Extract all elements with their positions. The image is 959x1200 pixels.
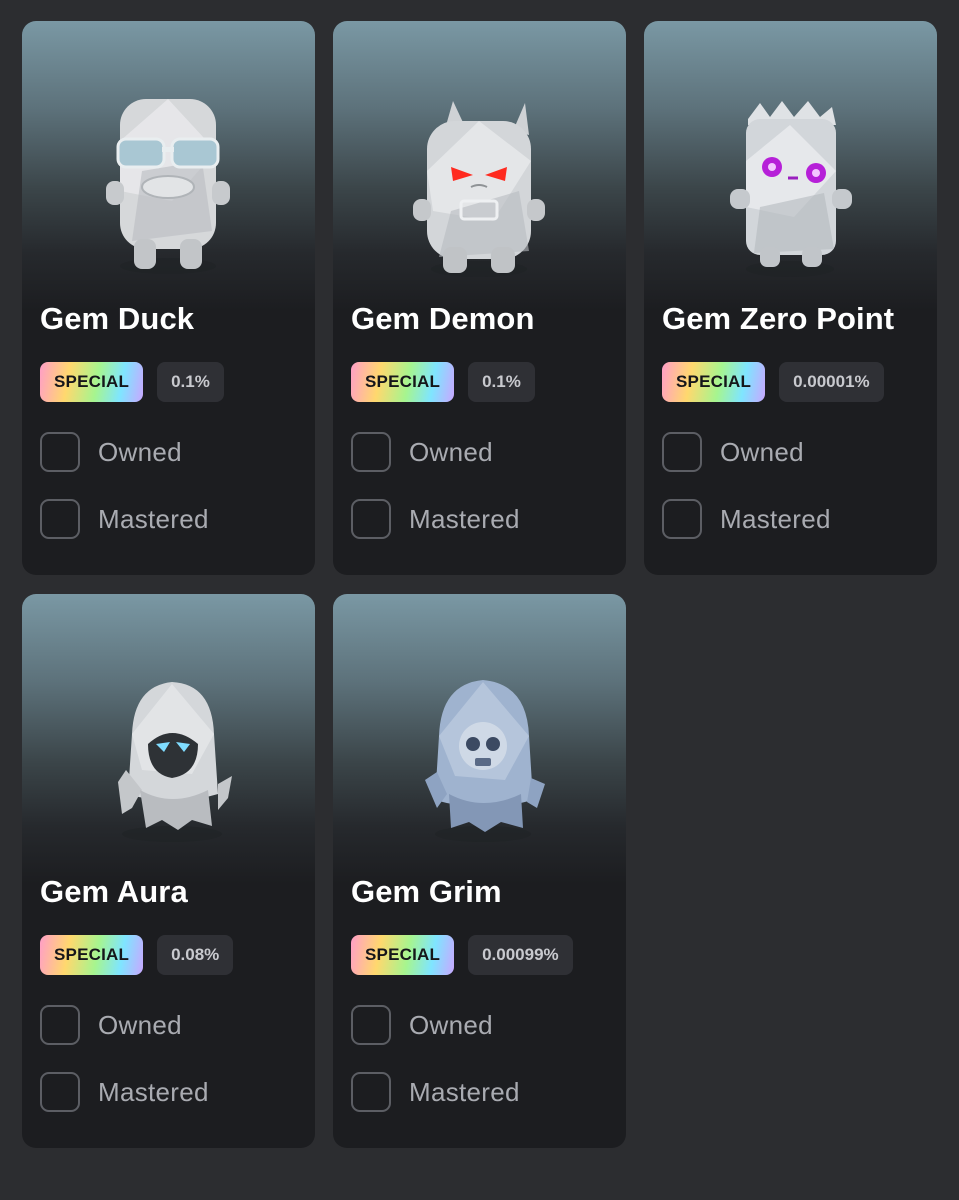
blook-name: Gem Demon: [351, 301, 535, 336]
blook-name: Gem Aura: [40, 874, 188, 909]
blook-card-gem-duck: Gem Duck SPECIAL 0.1% Owned Mastered: [22, 21, 315, 575]
owned-checkbox[interactable]: [662, 432, 702, 472]
owned-checkbox[interactable]: [351, 432, 391, 472]
rarity-badge: SPECIAL: [662, 362, 766, 402]
gem-duck-icon: [106, 99, 230, 274]
owned-checkbox[interactable]: [40, 432, 80, 472]
blook-card-gem-aura: Gem Aura SPECIAL 0.08% Owned Mastered: [22, 594, 315, 1148]
mastered-row[interactable]: Mastered: [351, 499, 520, 539]
gem-demon-icon: [413, 101, 545, 277]
drop-rate-badge: 0.00099%: [468, 935, 573, 975]
badge-row: SPECIAL 0.08%: [40, 935, 234, 975]
rarity-badge: SPECIAL: [351, 362, 455, 402]
badge-row: SPECIAL 0.00001%: [662, 362, 884, 402]
mastered-label: Mastered: [409, 1076, 520, 1107]
mastered-label: Mastered: [98, 1076, 209, 1107]
owned-label: Owned: [409, 436, 493, 467]
blook-card-gem-demon: Gem Demon SPECIAL 0.1% Owned Mastered: [333, 21, 626, 575]
drop-rate-badge: 0.1%: [468, 362, 535, 402]
mastered-label: Mastered: [720, 503, 831, 534]
owned-label: Owned: [98, 436, 182, 467]
mastered-row[interactable]: Mastered: [40, 1072, 209, 1112]
owned-label: Owned: [720, 436, 804, 467]
blook-art: [333, 21, 626, 311]
blook-card-gem-grim: Gem Grim SPECIAL 0.00099% Owned Mastered: [333, 594, 626, 1148]
blook-art: [333, 594, 626, 884]
mastered-checkbox[interactable]: [40, 499, 80, 539]
mastered-label: Mastered: [409, 503, 520, 534]
blook-card-gem-zero-point: Gem Zero Point SPECIAL 0.00001% Owned Ma…: [644, 21, 937, 575]
rarity-badge: SPECIAL: [351, 935, 455, 975]
drop-rate-badge: 0.00001%: [779, 362, 884, 402]
owned-row[interactable]: Owned: [40, 432, 182, 472]
owned-checkbox[interactable]: [40, 1005, 80, 1045]
mastered-checkbox[interactable]: [662, 499, 702, 539]
blook-grid: Gem Duck SPECIAL 0.1% Owned Mastered Gem…: [22, 21, 937, 1148]
blook-name: Gem Grim: [351, 874, 502, 909]
owned-row[interactable]: Owned: [351, 432, 493, 472]
gem-grim-icon: [425, 680, 545, 842]
badge-row: SPECIAL 0.00099%: [351, 935, 573, 975]
drop-rate-badge: 0.08%: [157, 935, 234, 975]
blook-art: [644, 21, 937, 311]
owned-label: Owned: [409, 1009, 493, 1040]
owned-row[interactable]: Owned: [40, 1005, 182, 1045]
mastered-checkbox[interactable]: [40, 1072, 80, 1112]
blook-art: [22, 594, 315, 884]
owned-row[interactable]: Owned: [662, 432, 804, 472]
owned-row[interactable]: Owned: [351, 1005, 493, 1045]
badge-row: SPECIAL 0.1%: [40, 362, 224, 402]
mastered-label: Mastered: [98, 503, 209, 534]
gem-zero-point-icon: [730, 101, 852, 277]
mastered-row[interactable]: Mastered: [662, 499, 831, 539]
owned-checkbox[interactable]: [351, 1005, 391, 1045]
drop-rate-badge: 0.1%: [157, 362, 224, 402]
gem-aura-icon: [118, 682, 232, 842]
badge-row: SPECIAL 0.1%: [351, 362, 535, 402]
mastered-row[interactable]: Mastered: [351, 1072, 520, 1112]
rarity-badge: SPECIAL: [40, 935, 144, 975]
mastered-checkbox[interactable]: [351, 1072, 391, 1112]
blook-name: Gem Duck: [40, 301, 195, 336]
mastered-checkbox[interactable]: [351, 499, 391, 539]
owned-label: Owned: [98, 1009, 182, 1040]
blook-art: [22, 21, 315, 311]
rarity-badge: SPECIAL: [40, 362, 144, 402]
mastered-row[interactable]: Mastered: [40, 499, 209, 539]
blook-name: Gem Zero Point: [662, 301, 895, 336]
